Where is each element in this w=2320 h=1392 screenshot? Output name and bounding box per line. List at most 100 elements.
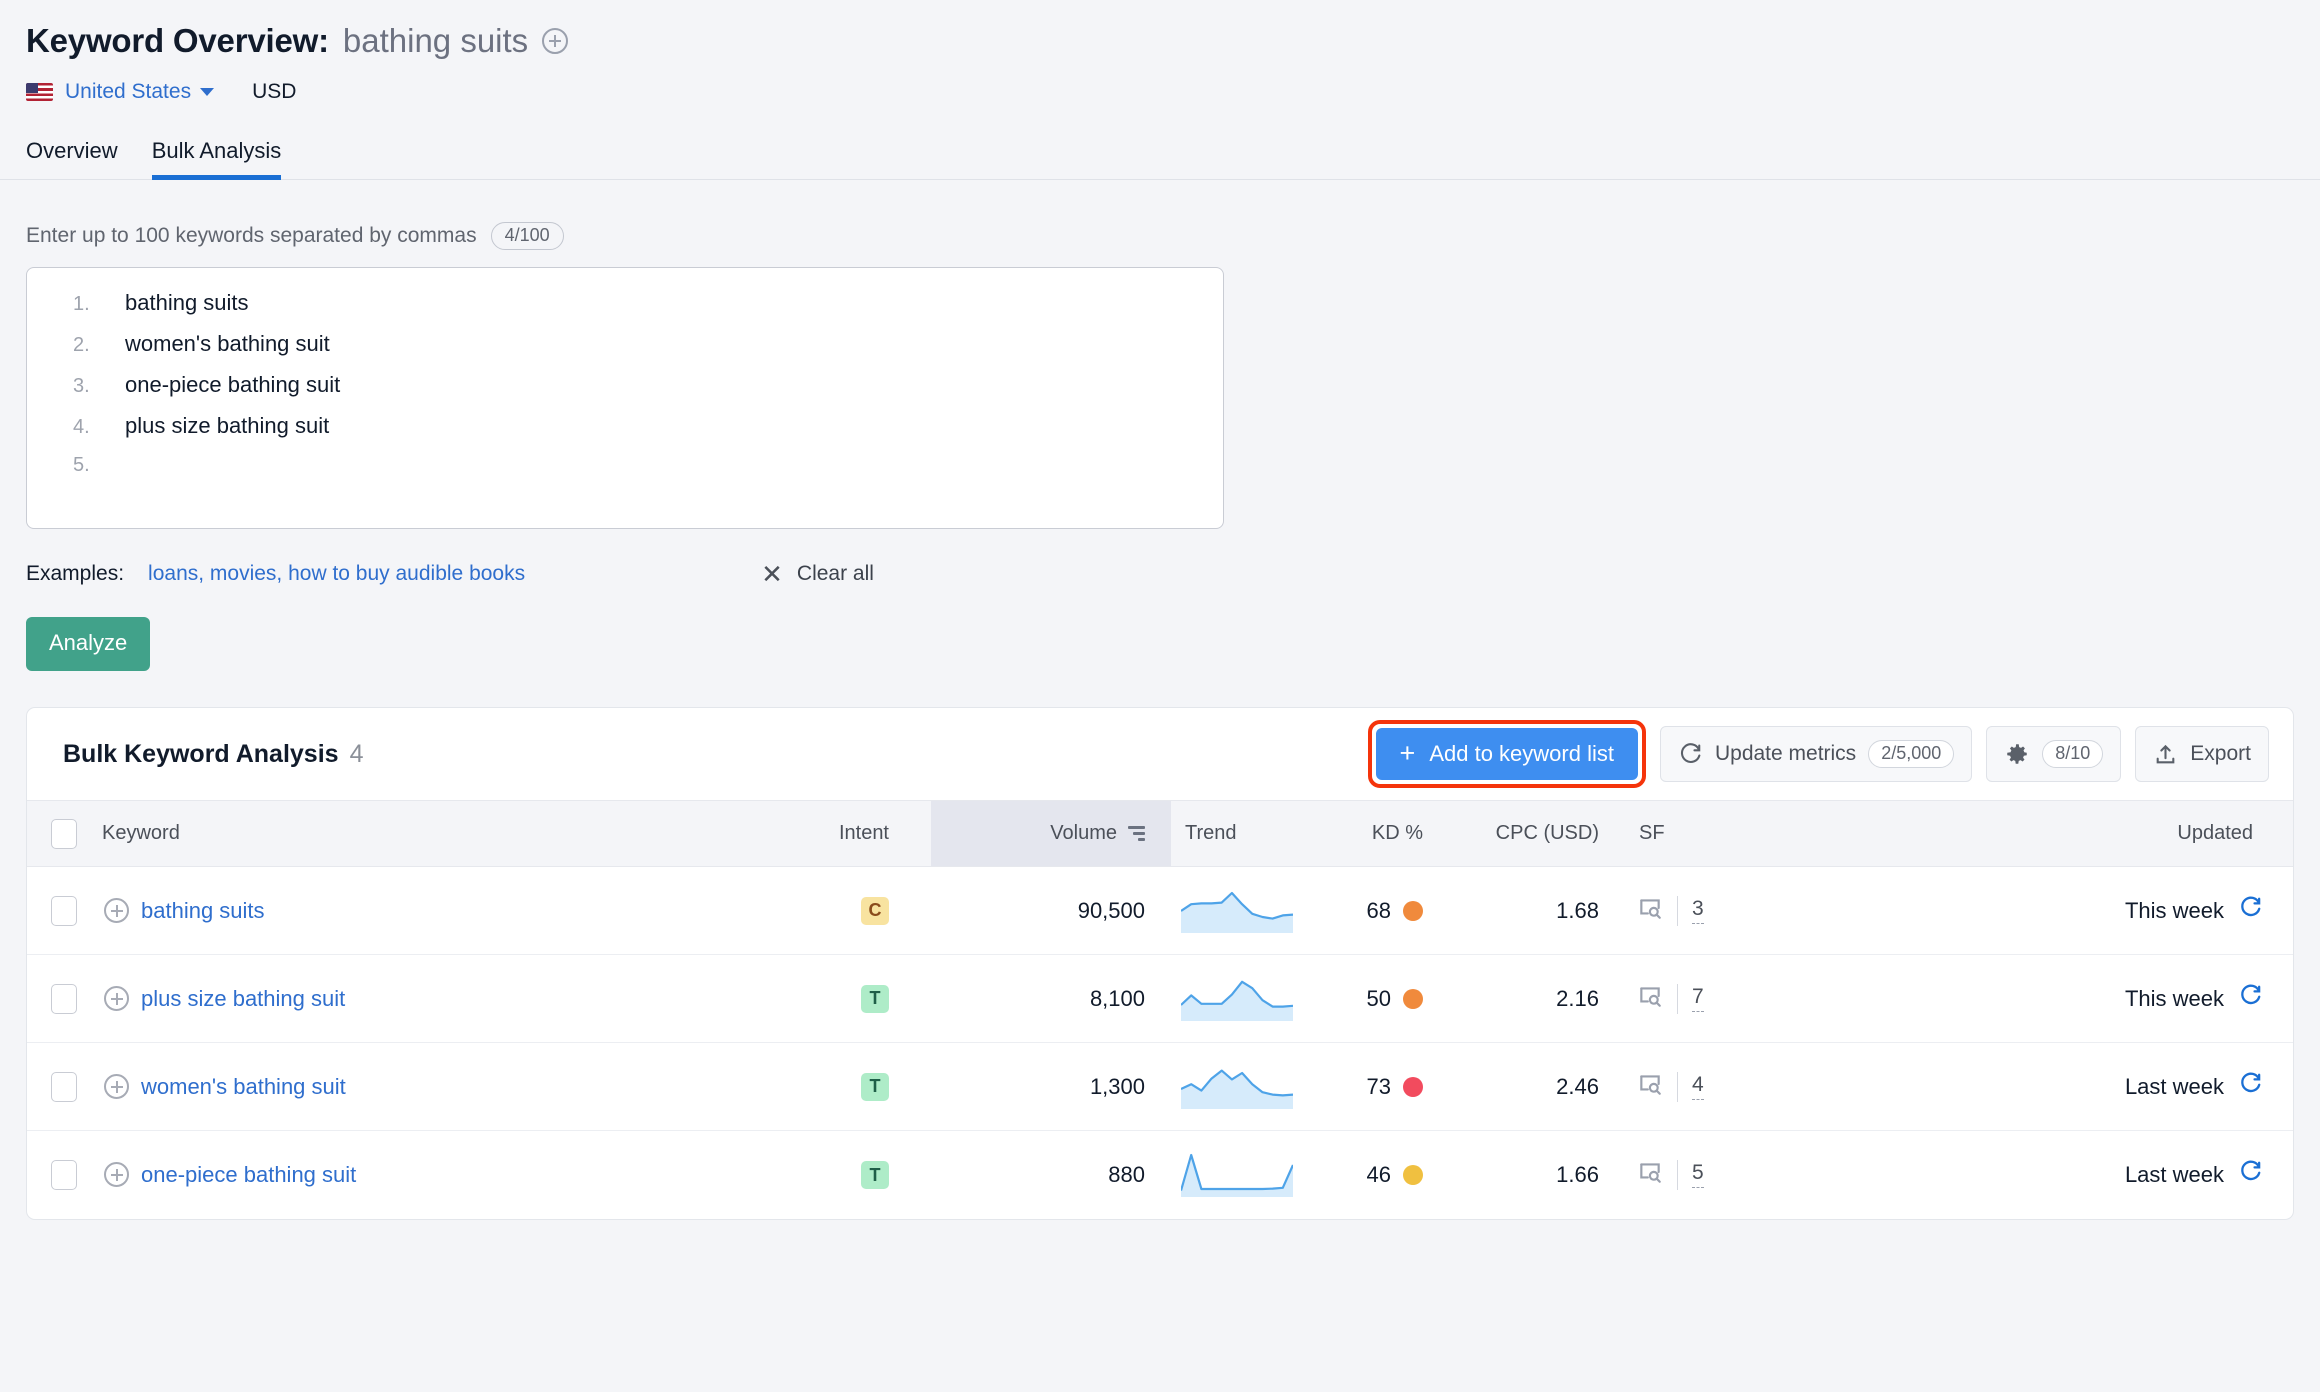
sf-count[interactable]: 3 <box>1692 897 1704 924</box>
tab-bulk-analysis[interactable]: Bulk Analysis <box>151 138 281 180</box>
add-keyword-icon[interactable] <box>104 986 129 1011</box>
keyword-link[interactable]: plus size bathing suit <box>141 986 345 1012</box>
refresh-icon[interactable] <box>2238 895 2263 926</box>
intent-cell: C <box>761 866 931 955</box>
keyword-cell: plus size bathing suit <box>101 954 761 1043</box>
keyword-line-number: 3. <box>73 375 90 397</box>
kd-cell: 68 <box>1321 866 1441 955</box>
table-body: bathing suits C 90,500 68 1.68 3 This week plus… <box>27 866 2293 1219</box>
kd-difficulty-dot <box>1403 1076 1423 1097</box>
export-button[interactable]: Export <box>2135 726 2269 782</box>
select-all-checkbox[interactable] <box>51 818 77 849</box>
select-all-header <box>27 800 101 867</box>
row-select-cell <box>27 1042 101 1131</box>
updated-label: This week <box>2124 985 2224 1011</box>
row-checkbox[interactable] <box>51 1159 77 1190</box>
keyword-textarea[interactable]: 1. bathing suits 2. women's bathing suit… <box>26 267 1224 529</box>
keyword-link[interactable]: women's bathing suit <box>141 1074 346 1100</box>
close-x-icon: ✕ <box>761 559 783 589</box>
updated-label: Last week <box>2124 1073 2224 1099</box>
refresh-icon[interactable] <box>2238 983 2263 1014</box>
country-selector-label[interactable]: United States <box>65 80 191 104</box>
sf-cell: 3 <box>1611 866 1761 955</box>
serp-feature-icon[interactable] <box>1637 1159 1663 1191</box>
add-to-keyword-list-label: Add to keyword list <box>1429 741 1614 766</box>
keyword-line-text: one-piece bathing suit <box>125 372 341 397</box>
examples-row: Examples: loans, movies, how to buy audi… <box>26 561 2320 587</box>
settings-badge: 8/10 <box>2042 740 2104 768</box>
examples-links[interactable]: loans, movies, how to buy audible books <box>148 562 525 586</box>
kd-value: 68 <box>1366 897 1391 923</box>
kd-cell: 73 <box>1321 1042 1441 1131</box>
kd-value: 50 <box>1366 985 1391 1011</box>
cpc-cell: 2.46 <box>1441 1042 1611 1131</box>
intent-badge[interactable]: T <box>861 984 889 1013</box>
sort-descending-icon <box>1128 826 1145 841</box>
updated-cell: Last week <box>1761 1131 2293 1219</box>
updated-cell: This week <box>1761 866 2293 955</box>
update-metrics-label: Update metrics <box>1714 742 1857 765</box>
keyword-cell: women's bathing suit <box>101 1042 761 1131</box>
intent-badge[interactable]: C <box>861 896 889 925</box>
sf-count[interactable]: 7 <box>1692 985 1704 1012</box>
row-select-cell <box>27 1131 101 1219</box>
trend-cell <box>1171 866 1321 955</box>
table-row: one-piece bathing suit T 880 46 1.66 5 Last we… <box>27 1131 2293 1219</box>
column-header-trend[interactable]: Trend <box>1171 800 1321 867</box>
refresh-icon[interactable] <box>2238 1159 2263 1190</box>
keyword-input-section: Enter up to 100 keywords separated by co… <box>0 180 2320 671</box>
column-header-updated[interactable]: Updated <box>1761 800 2293 867</box>
add-keyword-icon[interactable] <box>104 898 129 923</box>
kd-difficulty-dot <box>1403 1164 1423 1185</box>
sf-count[interactable]: 5 <box>1692 1161 1704 1189</box>
analyze-button[interactable]: Analyze <box>26 617 151 671</box>
row-checkbox[interactable] <box>51 1071 77 1102</box>
column-header-cpc[interactable]: CPC (USD) <box>1441 800 1611 867</box>
kd-difficulty-dot <box>1403 988 1423 1009</box>
update-metrics-button[interactable]: Update metrics 2/5,000 <box>1659 726 1973 782</box>
locale-row: United States USD <box>26 80 2320 104</box>
keyword-link[interactable]: one-piece bathing suit <box>141 1162 356 1188</box>
intent-badge[interactable]: T <box>861 1161 889 1189</box>
row-select-cell <box>27 866 101 955</box>
refresh-icon[interactable] <box>2238 1071 2263 1102</box>
intent-cell: T <box>761 1042 931 1131</box>
page-title-keyword: bathing suits <box>342 22 529 59</box>
column-header-keyword[interactable]: Keyword <box>101 800 761 867</box>
column-header-sf[interactable]: SF <box>1611 800 1761 867</box>
intent-cell: T <box>761 954 931 1043</box>
serp-feature-icon[interactable] <box>1637 983 1663 1015</box>
updated-cell: Last week <box>1761 1042 2293 1131</box>
intent-badge[interactable]: T <box>861 1072 889 1101</box>
keyword-link[interactable]: bathing suits <box>141 898 265 924</box>
kd-value: 46 <box>1366 1161 1391 1187</box>
add-keyword-icon[interactable] <box>104 1162 129 1188</box>
add-keyword-icon[interactable] <box>104 1074 129 1099</box>
kd-cell: 50 <box>1321 954 1441 1043</box>
row-checkbox[interactable] <box>51 895 77 926</box>
clear-all-button[interactable]: ✕ Clear all <box>761 561 874 587</box>
sf-count[interactable]: 4 <box>1692 1073 1704 1100</box>
page-header: Keyword Overview: bathing suits United S… <box>0 0 2320 104</box>
row-select-cell <box>27 954 101 1043</box>
tab-overview[interactable]: Overview <box>26 138 118 180</box>
results-card: Bulk Keyword Analysis 4 + Add to keyword… <box>26 707 2294 1220</box>
plus-circle-icon[interactable] <box>542 28 569 54</box>
export-label: Export <box>2190 742 2251 765</box>
keyword-line: 3. one-piece bathing suit <box>27 372 1223 413</box>
serp-feature-icon[interactable] <box>1637 1071 1663 1103</box>
volume-cell: 880 <box>1108 1161 1145 1187</box>
settings-button[interactable]: 8/10 <box>1986 726 2122 782</box>
updated-cell: This week <box>1761 954 2293 1043</box>
chevron-down-icon[interactable] <box>200 88 215 96</box>
serp-feature-icon[interactable] <box>1637 895 1663 927</box>
keyword-line: 1. bathing suits <box>27 290 1223 331</box>
column-header-kd[interactable]: KD % <box>1321 800 1441 867</box>
column-header-volume-label: Volume <box>1050 822 1117 844</box>
row-checkbox[interactable] <box>51 983 77 1014</box>
column-header-volume[interactable]: Volume <box>931 800 1171 867</box>
add-to-keyword-list-button[interactable]: + Add to keyword list <box>1375 728 1638 780</box>
column-header-intent[interactable]: Intent <box>761 800 931 867</box>
kd-value: 73 <box>1366 1073 1391 1099</box>
trend-sparkline <box>1179 1153 1295 1202</box>
